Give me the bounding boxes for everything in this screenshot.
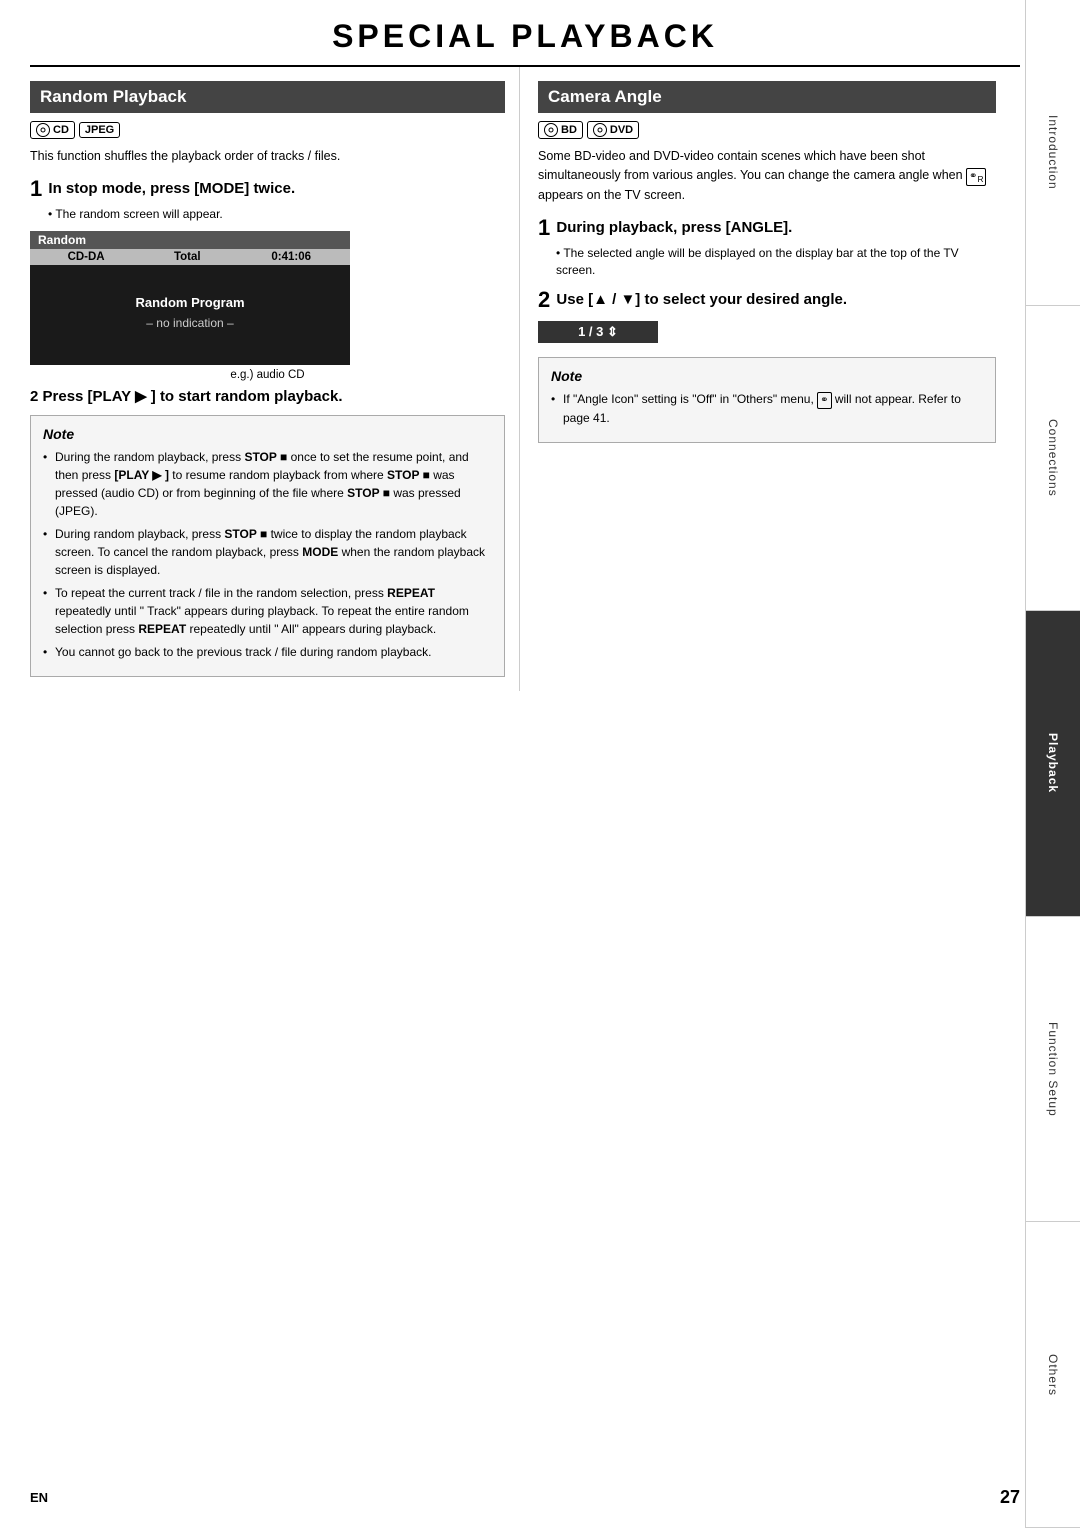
random-step1: 1 In stop mode, press [MODE] twice. The … [30,176,505,223]
cd-badge: CD [30,121,75,139]
sidebar-tab-introduction[interactable]: Introduction [1026,0,1080,306]
camera-note-title: Note [551,368,983,384]
random-program-label: Random Program [40,295,340,310]
footer-page-number: 27 [1000,1487,1020,1508]
camera-note-box: Note If "Angle Icon" setting is "Off" in… [538,357,996,443]
bd-badge: BD [538,121,583,139]
sidebar-tab-function-setup[interactable]: Function Setup [1026,917,1080,1223]
camera-step1-sub: The selected angle will be displayed on … [556,245,996,279]
camera-angle-header: Camera Angle [538,81,996,113]
random-note-3: To repeat the current track / file in th… [43,584,492,638]
screen-col3: 0:41:06 [232,249,350,265]
page-title-bar: SPECIAL PLAYBACK [30,0,1020,67]
camera-step1-heading: 1 During playback, press [ANGLE]. [538,215,996,241]
random-playback-column: Random Playback CD JPEG This function sh… [30,67,520,691]
sidebar-tab-connections[interactable]: Connections [1026,306,1080,612]
random-note-1: During the random playback, press STOP ■… [43,448,492,520]
dvd-badge: DVD [587,121,639,139]
screen-caption: e.g.) audio CD [30,369,505,381]
camera-angle-intro: Some BD-video and DVD-video contain scen… [538,147,996,205]
random-playback-badges: CD JPEG [30,121,505,139]
random-note-2: During random playback, press STOP ■ twi… [43,525,492,579]
random-step1-heading: 1 In stop mode, press [MODE] twice. [30,176,505,202]
random-playback-header: Random Playback [30,81,505,113]
random-step1-sub: The random screen will appear. [48,206,505,223]
camera-step2: 2 Use [▲ / ▼] to select your desired ang… [538,287,996,313]
random-playback-intro: This function shuffles the playback orde… [30,147,505,166]
dvd-icon [593,123,607,137]
camera-step2-heading: 2 Use [▲ / ▼] to select your desired ang… [538,287,996,313]
sidebar: Introduction Connections Playback Functi… [1025,0,1080,1528]
page-footer: EN 27 [30,1487,1020,1508]
main-content: Random Playback CD JPEG This function sh… [30,67,1020,691]
camera-note-1: If "Angle Icon" setting is "Off" in "Oth… [551,390,983,427]
sidebar-tab-playback[interactable]: Playback [1026,611,1080,917]
cd-icon [36,123,50,137]
random-note-title: Note [43,426,492,442]
random-step2: 2 Press [PLAY ▶ ] to start random playba… [30,387,505,405]
screen-body: Random Program – no indication – [30,265,350,365]
random-note-box: Note During the random playback, press S… [30,415,505,677]
screen-mockup: Random CD-DA Total 0:41:06 Random Progra… [30,231,350,365]
screen-col1: CD-DA [30,249,142,265]
no-indication-label: – no indication – [40,316,340,330]
camera-step1: 1 During playback, press [ANGLE]. The se… [538,215,996,279]
page-title: SPECIAL PLAYBACK [30,18,1020,55]
angle-bar: 1 / 3 ⇕ [538,321,658,343]
random-step2-heading: 2 Press [PLAY ▶ ] to start random playba… [30,387,505,405]
jpeg-badge: JPEG [79,122,120,138]
camera-angle-column: Camera Angle BD D [520,67,1010,691]
camera-angle-badges: BD DVD [538,121,996,139]
sidebar-tab-others[interactable]: Others [1026,1222,1080,1528]
footer-lang: EN [30,1490,48,1505]
screen-table: CD-DA Total 0:41:06 [30,249,350,265]
random-note-4: You cannot go back to the previous track… [43,643,492,661]
page-wrapper: Introduction Connections Playback Functi… [0,0,1080,1528]
bd-icon [544,123,558,137]
screen-header: Random [30,231,350,249]
screen-col2: Total [142,249,232,265]
